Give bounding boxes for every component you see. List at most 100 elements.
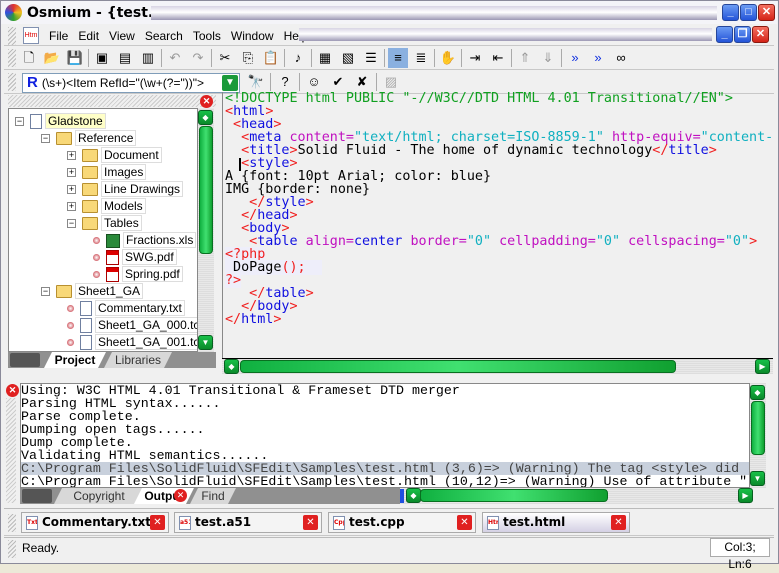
close-output-icon[interactable]: ✕ — [6, 384, 19, 397]
close-button[interactable]: ✕ — [758, 4, 775, 21]
expand-toggle[interactable]: − — [41, 287, 50, 297]
editor-horizontal-scrollbar[interactable]: ◆ ▶ — [222, 358, 773, 374]
open-folder-button[interactable]: 📂 — [42, 48, 62, 68]
minimize-button[interactable]: _ — [722, 4, 739, 21]
close-pane-icon[interactable]: ✕ — [200, 95, 213, 108]
output-vertical-scrollbar[interactable]: ◆ ▼ — [750, 383, 766, 488]
document-tab[interactable]: a51 test.a51 ✕ — [174, 512, 322, 533]
paste-button[interactable]: 📋 — [261, 48, 281, 68]
tree-item[interactable]: + Document — [67, 147, 162, 164]
tab-copyright[interactable]: Copyright — [54, 488, 144, 504]
search-input[interactable]: (\s+)<Item RefId="(\w+(?="))"> — [42, 76, 204, 90]
menu-view[interactable]: View — [109, 29, 135, 43]
grip-handle[interactable] — [8, 73, 16, 91]
add-bookmark-button[interactable]: » — [565, 48, 585, 68]
grip-handle[interactable] — [8, 27, 16, 45]
close-tab-icon[interactable]: ✕ — [303, 515, 318, 530]
char-button[interactable]: ▧ — [338, 48, 358, 68]
close-tab-icon[interactable]: ✕ — [150, 515, 165, 530]
spell-check-button[interactable]: ♪ — [288, 48, 308, 68]
grip-handle[interactable] — [6, 398, 16, 503]
mdi-close-button[interactable]: ✕ — [752, 26, 769, 43]
scroll-up-button[interactable]: ◆ — [198, 110, 213, 125]
expand-toggle[interactable]: + — [67, 151, 76, 161]
align-left-button[interactable]: ≡ — [388, 48, 408, 68]
grip-handle[interactable] — [8, 49, 16, 67]
cancel-doc-button[interactable]: ✘ — [352, 72, 372, 92]
grip-handle[interactable] — [8, 514, 16, 532]
search-combo[interactable]: R (\s+)<Item RefId="(\w+(?="))"> ▼ — [22, 73, 240, 93]
document-button[interactable]: ☰ — [361, 48, 381, 68]
mdi-restore-button[interactable]: ❐ — [734, 26, 751, 43]
scroll-thumb[interactable] — [420, 489, 608, 502]
scroll-up-button[interactable]: ◆ — [750, 385, 765, 400]
grip-handle[interactable] — [8, 540, 16, 558]
indent-button[interactable]: ⇥ — [465, 48, 485, 68]
tree-item[interactable]: − Tables — [67, 215, 142, 232]
tab-find[interactable]: Find — [190, 488, 236, 504]
close-tab-icon[interactable]: ✕ — [611, 515, 626, 530]
expand-toggle[interactable]: − — [67, 219, 76, 229]
tree-item[interactable]: + Models — [67, 198, 146, 215]
remove-bookmark-button[interactable]: » — [588, 48, 608, 68]
cut-button[interactable]: ✂ — [215, 48, 235, 68]
splitter-handle[interactable] — [400, 489, 404, 503]
tree-item[interactable]: − Sheet1_GA — [41, 283, 144, 300]
tab-project[interactable]: Project — [44, 352, 106, 368]
tree-item[interactable]: Fractions.xls — [93, 232, 197, 249]
redo-button[interactable]: ↷ — [188, 48, 208, 68]
new-file-button[interactable]: 🗋 — [19, 48, 39, 68]
expand-toggle[interactable]: − — [41, 134, 50, 144]
menu-tools[interactable]: Tools — [193, 29, 221, 43]
tab-scroll-buttons[interactable] — [10, 353, 40, 367]
copy-button[interactable]: ⎘ — [238, 48, 258, 68]
expand-toggle[interactable]: + — [67, 185, 76, 195]
word-wrap-button[interactable]: ▦ — [315, 48, 335, 68]
smiley-doc-button[interactable]: ☺ — [304, 72, 324, 92]
document-tab[interactable]: Txt Commentary.txt ✕ — [21, 512, 169, 533]
help-doc-button[interactable]: ? — [275, 72, 295, 92]
scroll-right-button[interactable]: ▶ — [738, 488, 753, 503]
menu-file[interactable]: File — [49, 29, 68, 43]
align-justify-button[interactable]: ≣ — [411, 48, 431, 68]
move-up-button[interactable]: ⇑ — [515, 48, 535, 68]
dropdown-button[interactable]: ▼ — [222, 75, 238, 91]
document-tab[interactable]: Cpp test.cpp ✕ — [328, 512, 476, 533]
bookmarks-button[interactable]: ∞ — [611, 48, 631, 68]
outdent-button[interactable]: ⇤ — [488, 48, 508, 68]
close-tab-icon[interactable]: ✕ — [174, 489, 187, 502]
tree-item[interactable]: Commentary.txt — [67, 300, 185, 317]
expand-toggle[interactable]: − — [15, 117, 24, 127]
scroll-thumb[interactable] — [240, 360, 676, 373]
output-horizontal-scrollbar[interactable]: ◆ ▶ — [400, 488, 753, 504]
tree-item[interactable]: + Images — [67, 164, 147, 181]
tree-item[interactable]: + Line Drawings — [67, 181, 184, 198]
find-button[interactable]: 🔭 — [246, 72, 266, 92]
code-editor[interactable]: <!DOCTYPE html PUBLIC "-//W3C//DTD HTML … — [222, 92, 773, 358]
scroll-left-button[interactable]: ◆ — [406, 488, 421, 503]
maximize-button[interactable]: □ — [740, 4, 757, 21]
scroll-thumb[interactable] — [199, 126, 213, 254]
scroll-down-button[interactable]: ▼ — [198, 335, 213, 350]
scroll-down-button[interactable]: ▼ — [750, 471, 765, 486]
clipboard-select-button[interactable]: ✋ — [438, 48, 458, 68]
tree-item[interactable]: − Reference — [41, 130, 137, 147]
document-tab[interactable]: Htm test.html ✕ — [482, 512, 630, 533]
tree-item[interactable]: Sheet1_GA_001.tcw — [67, 334, 197, 351]
open-project-button[interactable]: ▤ — [115, 48, 135, 68]
expand-toggle[interactable]: + — [67, 202, 76, 212]
tree-vertical-scrollbar[interactable]: ◆ ▼ — [198, 108, 214, 352]
move-down-button[interactable]: ⇓ — [538, 48, 558, 68]
tree-item[interactable]: SWG.pdf — [93, 249, 177, 266]
undo-button[interactable]: ↶ — [165, 48, 185, 68]
expand-toggle[interactable]: + — [67, 168, 76, 178]
check-doc-button[interactable]: ✔ — [328, 72, 348, 92]
close-tab-icon[interactable]: ✕ — [457, 515, 472, 530]
tab-libraries[interactable]: Libraries — [104, 352, 172, 368]
tree-item[interactable]: Spring.pdf — [93, 266, 183, 283]
output-line[interactable]: C:\Program Files\SolidFluid\SFEdit\Sampl… — [21, 475, 749, 487]
htm-file-icon[interactable]: Htm — [23, 27, 39, 44]
menu-edit[interactable]: Edit — [78, 29, 99, 43]
tree-item[interactable]: Sheet1_GA_000.tcw — [67, 317, 197, 334]
new-project-button[interactable]: ▣ — [92, 48, 112, 68]
